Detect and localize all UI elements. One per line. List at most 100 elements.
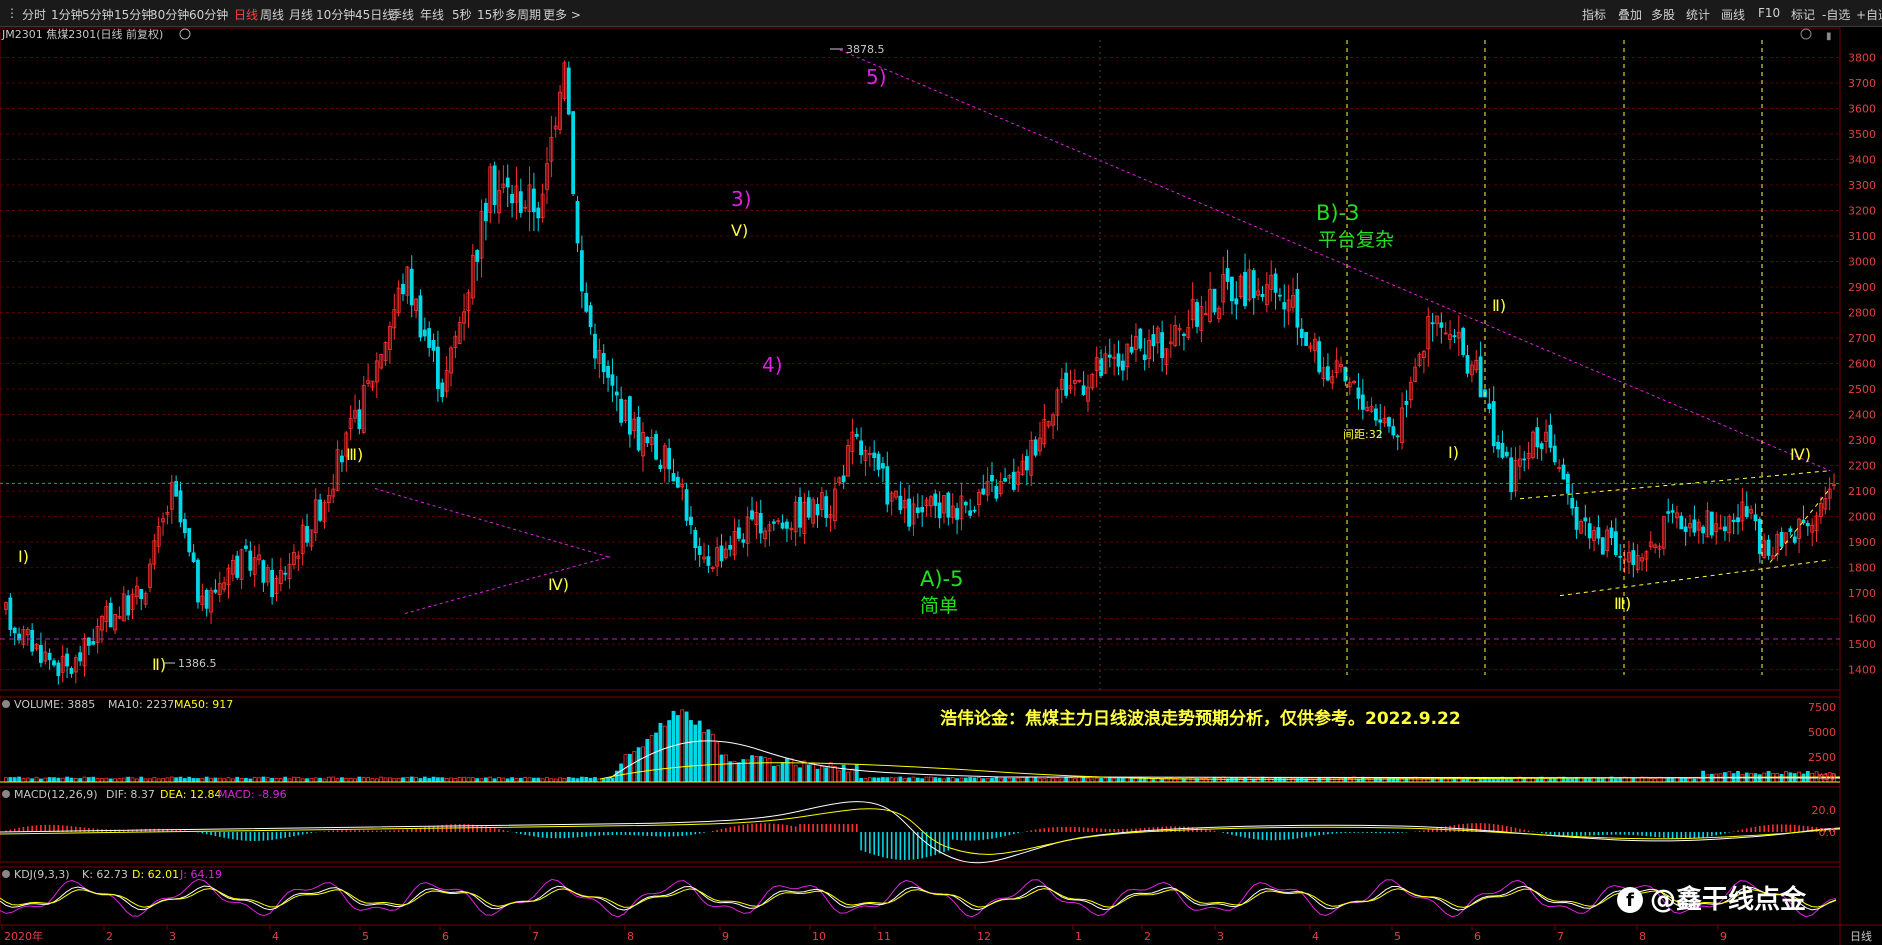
kdj-settings-icon[interactable] xyxy=(2,870,10,878)
candle-body xyxy=(1561,464,1566,480)
volume-bar xyxy=(841,764,846,783)
analysis-title: 浩伟论金：焦煤主力日线波浪走势预期分析，仅供参考。2022.9.22 xyxy=(940,708,1461,729)
volume-label: VOLUME: 3885 xyxy=(14,698,95,711)
price-tick-21: 1700 xyxy=(1848,587,1876,600)
xaxis-label-13: 2 xyxy=(1144,930,1151,943)
xaxis-label-9: 10 xyxy=(812,930,826,943)
volume-bar xyxy=(431,776,436,783)
candle-body xyxy=(1618,555,1623,558)
symbol-info: JM2301 焦煤2301(日线 前复权) xyxy=(1,27,163,41)
volume-bar xyxy=(1339,777,1343,783)
candle-body xyxy=(898,495,903,511)
volume-bar xyxy=(174,777,179,783)
candle-body xyxy=(1744,506,1749,518)
candle-body xyxy=(815,503,820,516)
price-tick-12: 2600 xyxy=(1848,358,1876,371)
volume-bar xyxy=(1003,777,1007,783)
watermark-logo-glyph: f xyxy=(1626,890,1634,911)
volume-bar xyxy=(1077,776,1082,783)
macd-dea-label: DEA: 12.84 xyxy=(160,788,221,801)
chart-settings-icon[interactable] xyxy=(1800,28,1812,40)
kdj-j xyxy=(0,878,1837,918)
volume-bar xyxy=(693,724,698,783)
macd-value-label: MACD: -8.96 xyxy=(218,788,287,801)
xaxis-label-17: 6 xyxy=(1474,930,1481,943)
kdj-label: KDJ(9,3,3) xyxy=(14,868,70,881)
candle-body xyxy=(619,398,624,423)
candle-body xyxy=(283,572,288,575)
volume-bar xyxy=(1635,777,1640,783)
volume-bar xyxy=(497,777,501,783)
volume-bar xyxy=(209,777,213,783)
candle-body xyxy=(1548,424,1553,448)
candle-body xyxy=(1779,531,1784,547)
volume-bar xyxy=(191,778,196,783)
volume-bar xyxy=(86,777,91,783)
volume-bar xyxy=(763,757,768,783)
candle-body xyxy=(1670,510,1675,513)
volume-bar xyxy=(1112,778,1117,783)
price-tick-22: 1600 xyxy=(1848,613,1876,626)
volume-bar xyxy=(370,778,375,783)
volume-bar xyxy=(828,762,833,783)
xaxis-label-15: 4 xyxy=(1312,930,1319,943)
volume-bar xyxy=(894,777,898,783)
volume-bar xyxy=(815,768,820,783)
triangle-top xyxy=(374,488,611,558)
volume-bar xyxy=(1596,777,1601,783)
volume-bar xyxy=(523,777,528,783)
xaxis-label-16: 5 xyxy=(1394,930,1401,943)
candle-body xyxy=(1666,511,1671,514)
candle-body xyxy=(1374,408,1378,421)
volume-bar xyxy=(531,777,536,783)
candle-body xyxy=(697,546,702,555)
macd-settings-icon[interactable] xyxy=(2,790,10,798)
candle-body xyxy=(47,652,52,661)
volume-bar xyxy=(1051,777,1055,783)
volume-bar xyxy=(91,776,96,783)
volume-bar xyxy=(863,778,868,783)
volume-bar xyxy=(1688,778,1692,783)
volume-bar xyxy=(1321,777,1326,783)
volume-bar xyxy=(1526,777,1531,783)
wave-label-w_i_a: Ⅰ) xyxy=(18,547,29,566)
volume-bar xyxy=(1020,777,1025,783)
volume-bar xyxy=(217,777,222,783)
candle-body xyxy=(1465,355,1470,374)
volume-bar xyxy=(501,777,506,783)
volume-bar xyxy=(274,778,279,783)
volume-bar xyxy=(798,767,802,783)
watermark-text: @鑫干线点金 xyxy=(1650,884,1807,915)
candle-body xyxy=(204,589,209,609)
volume-bar xyxy=(697,720,702,783)
volume-settings-icon[interactable] xyxy=(2,700,10,708)
candle-body xyxy=(1011,471,1016,490)
candle-body xyxy=(69,668,74,674)
candle-body xyxy=(86,637,91,646)
candle-body xyxy=(261,560,266,583)
chart-stage[interactable]: 3800 3700 3600 3500 3400 3300 3200 3100 3000 2900… xyxy=(0,0,1882,945)
candle-body xyxy=(593,333,597,359)
candle-body xyxy=(418,295,423,338)
price-tick-2: 3600 xyxy=(1848,103,1876,116)
volume-bar xyxy=(963,777,968,783)
settings-gear-icon[interactable] xyxy=(179,28,191,40)
volume-bar xyxy=(767,758,772,783)
candle-body xyxy=(946,492,951,518)
candle-body xyxy=(1278,294,1282,297)
volume-bar xyxy=(571,777,576,783)
volume-bar xyxy=(440,777,445,783)
volume-bar xyxy=(1190,777,1195,783)
volume-bar xyxy=(1374,777,1378,783)
volume-bar xyxy=(1081,776,1086,783)
candle-body xyxy=(340,455,344,463)
candle-body xyxy=(1587,523,1592,539)
volume-bar xyxy=(396,777,401,783)
volume-bar xyxy=(933,777,938,783)
volume-bar xyxy=(911,776,916,783)
volume-bar xyxy=(357,776,362,783)
candle-body xyxy=(1230,276,1234,302)
volume-bar xyxy=(1177,776,1182,783)
candle-body xyxy=(1151,334,1156,347)
candle-body xyxy=(235,555,240,578)
